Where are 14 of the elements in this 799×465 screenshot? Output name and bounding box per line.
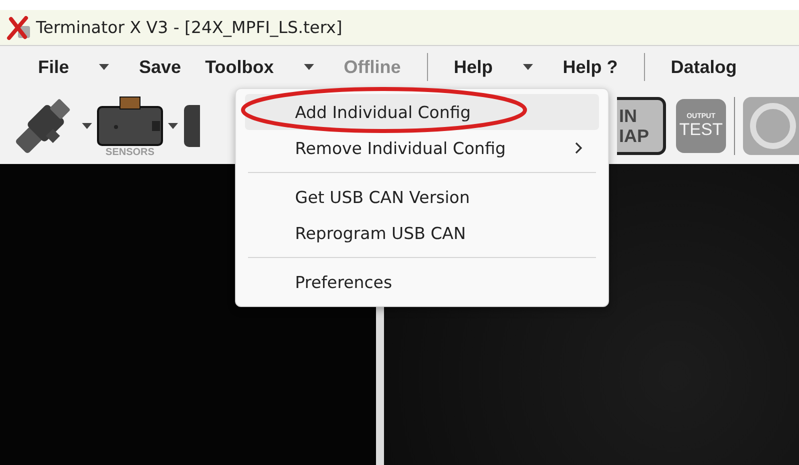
menu-option[interactable]: Preferences [245,264,599,300]
menu-option[interactable]: Get USB CAN Version [245,179,599,215]
menu-item[interactable]: Save [127,56,194,78]
menu-item[interactable]: Toolbox [193,56,286,78]
menu-option[interactable]: Add Individual Config [245,94,599,130]
menu-option[interactable]: Reprogram USB CAN [245,215,599,251]
menu-option[interactable]: Remove Individual Config [245,130,599,166]
sensors-label: SENSORS [106,146,154,158]
menu-item[interactable]: Help [442,56,505,78]
menu-item[interactable]: Datalog [658,56,749,78]
menu-item[interactable]: Help ? [550,56,630,78]
pin-map-button[interactable]: IN IAP [617,97,666,155]
window-title: Terminator X V3 - [24X_MPFI_LS.terx] [36,18,342,37]
menu-item[interactable]: File [26,56,82,78]
